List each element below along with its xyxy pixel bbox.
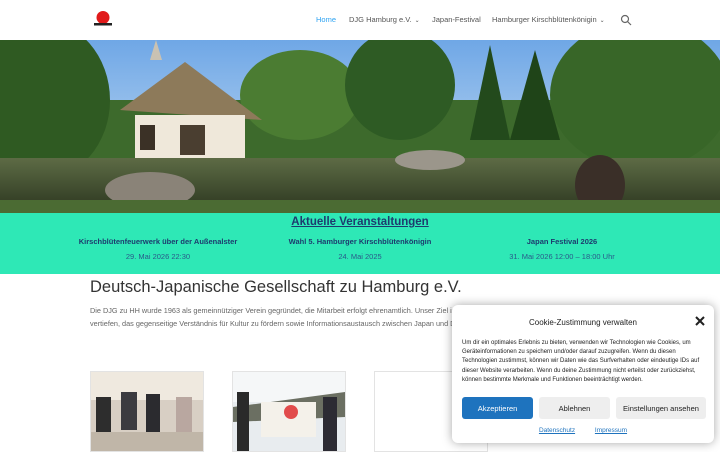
- privacy-link[interactable]: Datenschutz: [539, 427, 575, 434]
- cookie-links: Datenschutz Impressum: [452, 427, 714, 434]
- event-item[interactable]: Kirschblütenfeuerwerk über der Außenalst…: [48, 237, 268, 261]
- events-banner: Aktuelle Veranstaltungen Kirschblütenfeu…: [0, 213, 720, 274]
- nav-item-djg[interactable]: DJG Hamburg e.V. ⌄: [349, 15, 420, 24]
- event-date: 29. Mai 2026 22:30: [125, 252, 191, 261]
- events-title[interactable]: Aktuelle Veranstaltungen: [0, 216, 720, 228]
- event-item[interactable]: Wahl 5. Hamburger Kirschblütenkönigin 24…: [250, 237, 470, 261]
- cookie-consent-dialog: Cookie-Zustimmung verwalten Um dir ein o…: [452, 305, 714, 443]
- deny-button[interactable]: Ablehnen: [539, 397, 610, 419]
- page-title: Deutsch-Japanische Gesellschaft zu Hambu…: [90, 278, 462, 296]
- cookie-text: Um dir ein optimales Erlebnis zu bieten,…: [462, 340, 700, 383]
- event-date: 24. Mai 2025: [338, 252, 382, 261]
- hero-image-japanese-garden: [0, 40, 720, 213]
- chevron-down-icon: ⌄: [599, 18, 605, 24]
- event-name: Wahl 5. Hamburger Kirschblütenkönigin: [288, 237, 432, 246]
- imprint-link[interactable]: Impressum: [595, 427, 627, 434]
- search-icon[interactable]: [620, 14, 632, 26]
- photo-card-banner[interactable]: [232, 371, 346, 452]
- nav-item-japan-festival[interactable]: Japan-Festival: [432, 15, 481, 24]
- photo-card-meeting[interactable]: [90, 371, 204, 452]
- accept-button[interactable]: Akzeptieren: [462, 397, 533, 419]
- event-name: Japan Festival 2026: [526, 237, 598, 246]
- nav-item-home[interactable]: Home: [316, 15, 336, 24]
- event-name: Kirschblütenfeuerwerk über der Außenalst…: [78, 237, 238, 246]
- nav-item-kirschbluetenkoenigin[interactable]: Hamburger Kirschblütenkönigin ⌄: [492, 15, 605, 24]
- cookie-title: Cookie-Zustimmung verwalten: [528, 318, 638, 327]
- close-icon[interactable]: [695, 316, 705, 326]
- site-header: Home DJG Hamburg e.V. ⌄ Japan-Festival Ha…: [0, 0, 720, 40]
- event-item[interactable]: Japan Festival 2026 31. Mai 2026 12:00 –…: [452, 237, 672, 261]
- event-date: 31. Mai 2026 12:00 – 18:00 Uhr: [509, 252, 615, 261]
- settings-button[interactable]: Einstellungen ansehen: [616, 397, 706, 419]
- chevron-down-icon: ⌄: [414, 18, 420, 24]
- djg-logo[interactable]: [93, 9, 113, 29]
